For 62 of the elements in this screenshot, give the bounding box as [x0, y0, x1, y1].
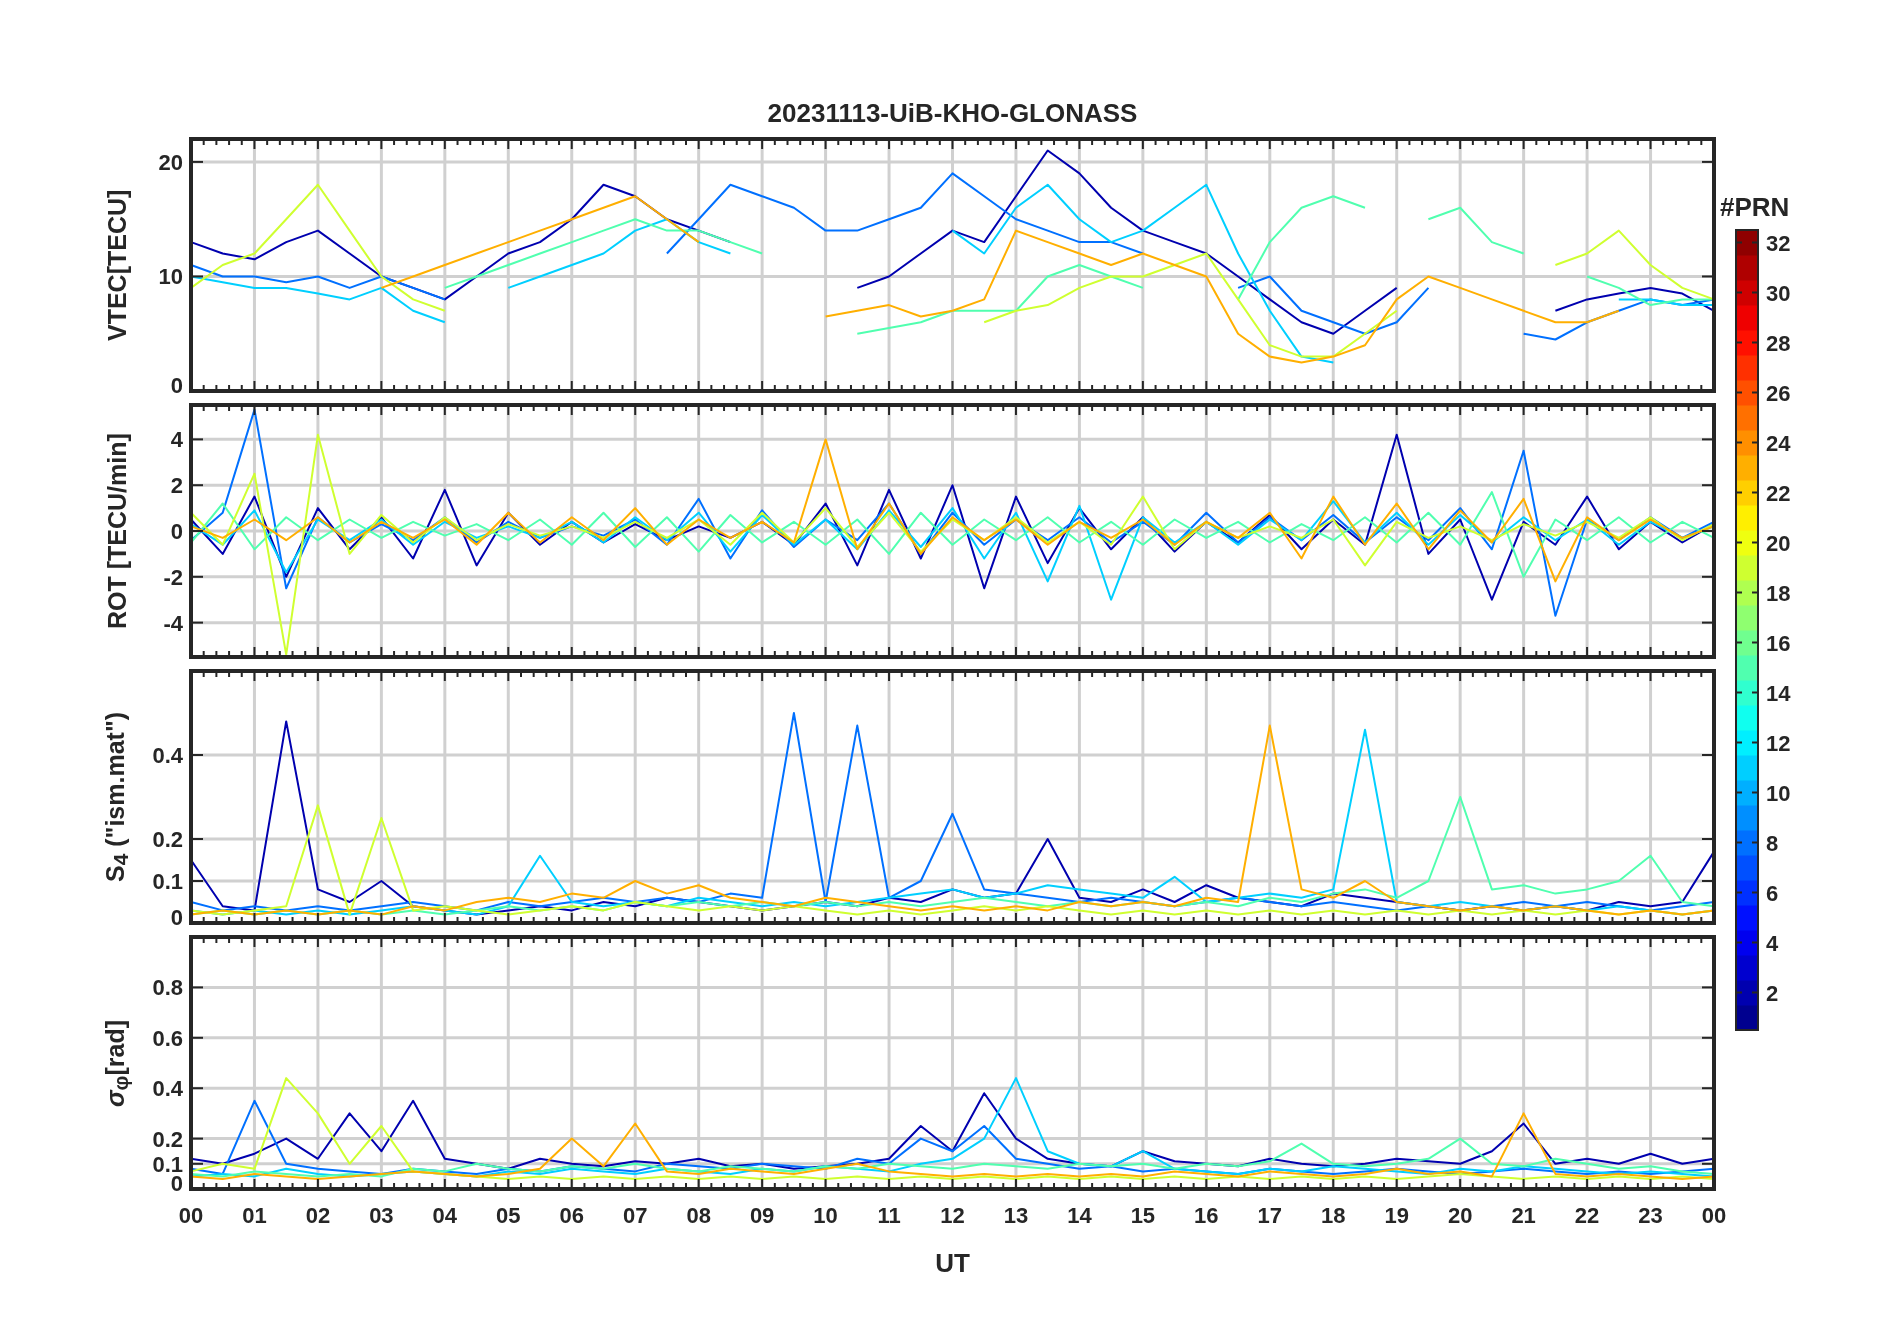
x-tick-label: 01: [242, 1203, 267, 1228]
y-tick-label: 10: [158, 264, 183, 290]
x-tick-label: 02: [305, 1203, 331, 1228]
colorbar-tick-label: 30: [1766, 280, 1791, 306]
y-tick-label: 0: [170, 905, 183, 930]
x-tick-label: 06: [559, 1203, 584, 1228]
x-tick-label: 23: [1638, 1203, 1663, 1228]
x-tick-label: 19: [1384, 1203, 1409, 1228]
y-tick-label: 0: [170, 373, 183, 398]
x-tick-label: 09: [749, 1203, 775, 1228]
colorbar-tick-label: 16: [1766, 630, 1791, 656]
x-tick-label: 22: [1574, 1203, 1600, 1228]
x-tick-label: 10: [813, 1203, 838, 1228]
colorbar-tick-label: 20: [1766, 530, 1791, 556]
x-tick-label: 13: [1003, 1203, 1029, 1228]
y-tick-label: -4: [163, 610, 183, 636]
y-tick-label: 0: [170, 519, 183, 544]
colorbar-tick-label: 10: [1766, 780, 1791, 806]
y-tick-label: 20: [158, 149, 183, 175]
y-tick-label: 0.1: [152, 869, 183, 894]
y-tick-label: 0.2: [152, 1126, 183, 1152]
x-tick-label: 18: [1321, 1203, 1346, 1228]
y-tick-label: 2: [170, 473, 183, 499]
y-tick-label: -2: [163, 564, 183, 590]
x-axis-label: UT: [935, 1248, 970, 1279]
x-tick-label: 21: [1511, 1203, 1536, 1228]
colorbar-tick-label: 18: [1766, 580, 1791, 606]
colorbar-tick-label: 32: [1766, 230, 1791, 256]
chart-title: 20231113-UiB-KHO-GLONASS: [767, 98, 1138, 130]
x-tick-label: 08: [686, 1203, 711, 1228]
colorbar-tick-label: 4: [1766, 930, 1779, 956]
y-axis-label: ROT [TECU/min]: [102, 433, 132, 629]
colorbar-tick-label: 28: [1766, 330, 1791, 356]
y-tick-label: 0.4: [152, 1076, 183, 1102]
x-tick-label: 04: [432, 1203, 458, 1228]
x-tick-label: 03: [369, 1203, 394, 1228]
x-tick-label: 17: [1257, 1203, 1283, 1228]
y-tick-label: 0.4: [152, 743, 183, 768]
y-tick-label: 4: [170, 427, 183, 453]
colorbar-tick-label: 12: [1766, 730, 1791, 756]
colorbar-tick-label: 14: [1766, 680, 1791, 706]
colorbar-tick-label: 22: [1766, 480, 1791, 506]
y-tick-label: 0.6: [152, 1025, 183, 1051]
x-tick-label: 14: [1067, 1203, 1092, 1228]
colorbar-tick-label: 8: [1766, 830, 1779, 856]
y-tick-label: 0.8: [152, 975, 183, 1001]
x-tick-label: 20: [1447, 1203, 1473, 1228]
colorbar-tick-label: 2: [1766, 980, 1779, 1006]
y-axis-label: VTEC[TECU]: [102, 189, 132, 341]
x-tick-label: 05: [496, 1203, 521, 1228]
colorbar-tick-label: 24: [1766, 430, 1791, 456]
colorbar-tick-label: 6: [1766, 880, 1779, 906]
x-tick-label: 11: [877, 1203, 901, 1228]
colorbar-title: #PRN: [1720, 192, 1790, 223]
colorbar-tick-label: 26: [1766, 380, 1791, 406]
x-tick-label: 00: [178, 1203, 204, 1228]
x-tick-label: 12: [940, 1203, 965, 1228]
y-tick-label: 0.2: [152, 827, 183, 852]
x-tick-label: 16: [1194, 1203, 1219, 1228]
x-tick-label: 07: [622, 1203, 648, 1228]
x-tick-label: 15: [1130, 1203, 1156, 1228]
x-tick-label: 00: [1701, 1203, 1727, 1228]
